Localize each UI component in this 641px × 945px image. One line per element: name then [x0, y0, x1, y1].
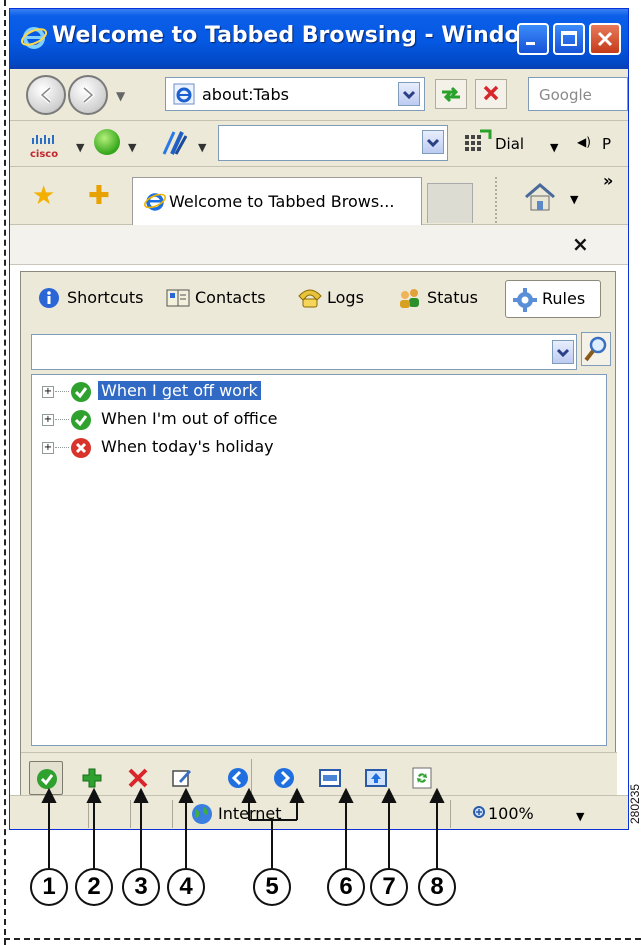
callout-6: 6 [327, 868, 365, 906]
callout-4: 4 [167, 868, 205, 906]
callout-1: 1 [30, 868, 68, 906]
callout-8: 8 [418, 868, 456, 906]
callout-3: 3 [122, 868, 160, 906]
callout-7: 7 [370, 868, 408, 906]
callout-leader-lines [41, 787, 445, 868]
callout-2: 2 [75, 868, 113, 906]
callout-5: 5 [253, 868, 291, 906]
figure-id: 280235 [628, 783, 641, 824]
